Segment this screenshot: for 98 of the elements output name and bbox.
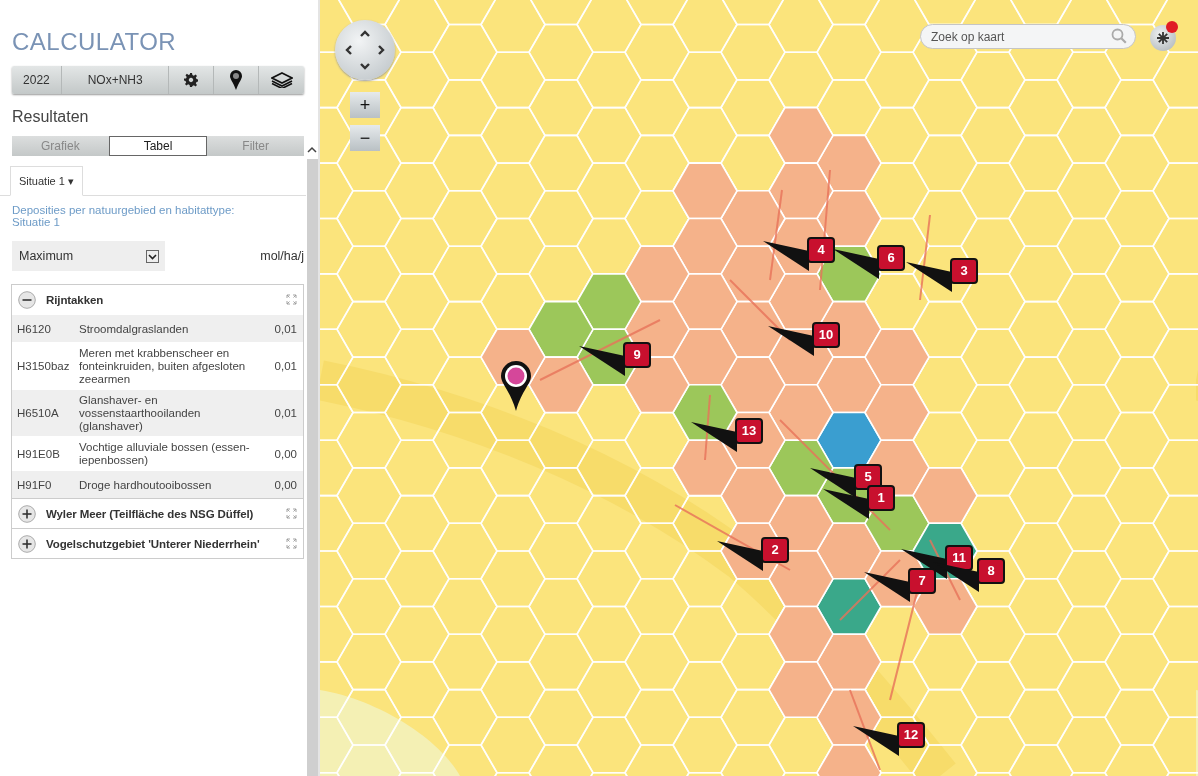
marker-pointer-icon (717, 541, 763, 571)
source-marker[interactable]: 3 (950, 258, 978, 284)
pan-control[interactable] (335, 20, 395, 80)
habitat-code: H6510A (17, 407, 60, 420)
search-icon (1111, 28, 1127, 44)
zoom-out-button[interactable]: − (350, 125, 380, 151)
marker-pointer-icon (853, 726, 899, 756)
source-marker[interactable]: 1 (867, 485, 895, 511)
unit-label: mol/ha/j (260, 249, 304, 263)
deposition-hexagon (528, 356, 594, 414)
source-marker[interactable]: 6 (877, 245, 905, 271)
view-tab[interactable]: Tabel (108, 136, 208, 156)
habitat-name: Meren met krabbenscheer en fonteinkruiden, buiten afgesloten zeearmen (79, 347, 247, 386)
results-description: Deposities per natuurgebied en habitattype: Situatie 1 (12, 204, 235, 228)
marker-pointer-icon (823, 489, 869, 519)
map-pin-icon (230, 70, 243, 90)
marker-pointer-icon (768, 326, 814, 356)
deposition-hexagon (720, 245, 786, 303)
fullscreen-icon[interactable] (286, 508, 297, 519)
emission-line (704, 394, 711, 461)
habitat-name: Droge hardhoutooibossen (79, 478, 213, 492)
layers-icon (270, 72, 293, 88)
source-marker[interactable]: 7 (908, 568, 936, 594)
toolbar-button[interactable]: NOx+NH3 (61, 66, 170, 94)
source-marker[interactable]: 2 (761, 537, 789, 563)
deposition-hexagon (720, 356, 786, 414)
results-heading: Resultaten (12, 108, 89, 126)
deposition-hexagon (528, 300, 594, 358)
deposition-hexagon (816, 633, 882, 691)
deposition-hexagon (768, 273, 834, 331)
habitat-name: Stroomdalgraslanden (79, 322, 190, 336)
habitat-code: H91E0B (17, 447, 61, 461)
expand-icon[interactable] (18, 504, 36, 523)
scrollbar[interactable] (306, 144, 318, 776)
deposition-hexagon (864, 384, 930, 441)
deposition-hexagon (768, 661, 834, 719)
deposition-hexagon (912, 467, 978, 525)
source-marker[interactable]: 5 (854, 464, 882, 490)
map-search-field[interactable]: Zoek op kaart (920, 24, 1136, 49)
location-pin-icon[interactable] (500, 360, 532, 412)
deposition-hexagon (672, 273, 738, 331)
deposition-hexagon (672, 217, 738, 275)
marker-pointer-icon (864, 572, 910, 602)
marker-pointer-icon (579, 346, 625, 376)
expand-icon[interactable] (18, 534, 36, 553)
zoom-in-button[interactable]: + (350, 92, 380, 118)
deposition-hexagon (576, 273, 642, 331)
habitat-code: H6120 (17, 322, 52, 336)
source-marker[interactable]: 8 (977, 558, 1005, 584)
deposition-hexagon (912, 578, 978, 635)
deposition-hexagon (768, 494, 834, 552)
marker-pointer-icon (691, 422, 737, 452)
notification-button[interactable] (1150, 25, 1176, 51)
habitat-name: Vochtige alluviale bossen (essen-iepenbossen) (79, 441, 251, 467)
settings-icon (184, 73, 199, 87)
deposition-hexagon (624, 245, 690, 303)
deposition-hexagon (672, 162, 738, 220)
app-title: CALCULATOR (12, 28, 177, 56)
deposition-hexagon (720, 190, 786, 247)
deposition-hexagon (864, 328, 930, 386)
source-marker[interactable]: 13 (735, 418, 763, 444)
deposition-hexagon (816, 134, 882, 192)
deposition-hexagon (768, 605, 834, 663)
marker-pointer-icon (763, 241, 809, 271)
habitat-name: Glanshaver- en vossenstaarthooilanden (glanshaver) (79, 394, 202, 433)
habitat-code: H91F0 (17, 478, 53, 492)
deposition-hexagon (816, 522, 882, 580)
dropdown-caret-icon (146, 249, 159, 263)
habitat-code: H3150baz (17, 360, 71, 373)
deposition-hexagon (768, 162, 834, 220)
source-marker[interactable]: 9 (623, 342, 651, 368)
source-marker[interactable]: 12 (897, 722, 925, 748)
fullscreen-icon[interactable] (286, 294, 297, 305)
aggregation-dropdown[interactable]: Maximum (12, 241, 165, 271)
deposition-value: 0,00 (273, 447, 297, 461)
asterisk-icon (1157, 32, 1169, 44)
notification-dot (1166, 21, 1178, 33)
toolbar-button[interactable]: 2022 (12, 66, 62, 94)
deposition-value: 0,01 (273, 407, 297, 420)
collapse-icon[interactable] (18, 290, 36, 309)
deposition-hexagon (816, 356, 882, 414)
fullscreen-icon[interactable] (286, 538, 297, 549)
marker-pointer-icon (906, 262, 952, 292)
scroll-up-icon[interactable] (307, 146, 317, 153)
deposition-value: 0,00 (273, 478, 297, 492)
deposition-hexagon (768, 384, 834, 441)
deposition-value: 0,01 (273, 322, 297, 336)
deposition-hexagon (672, 439, 738, 497)
deposition-value: 0,01 (273, 360, 297, 373)
marker-pointer-icon (810, 468, 856, 498)
marker-pointer-icon (833, 249, 879, 279)
source-marker[interactable]: 4 (807, 237, 835, 263)
situation-tab[interactable]: Situatie 1 ▾ (10, 166, 83, 196)
deposition-hexagon (672, 328, 738, 386)
deposition-hexagon (816, 190, 882, 247)
source-marker[interactable]: 10 (812, 322, 840, 348)
deposition-hexagon (720, 467, 786, 525)
deposition-hexagon (768, 106, 834, 164)
